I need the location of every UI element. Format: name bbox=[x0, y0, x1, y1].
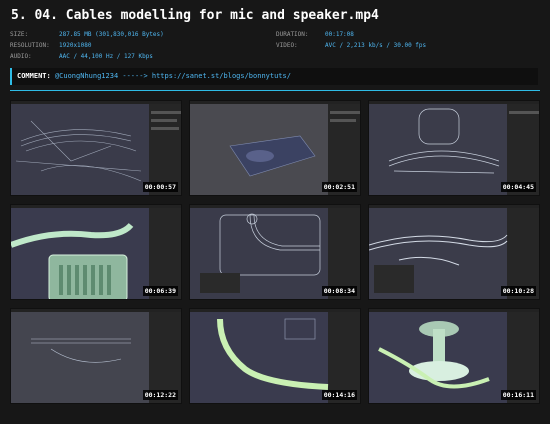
metadata-left: SIZE: 287.85 MB (301,830,016 Bytes) RESO… bbox=[10, 29, 270, 63]
thumbnail[interactable]: 00:04:45 bbox=[368, 100, 540, 196]
thumbnail[interactable]: 00:16:11 bbox=[368, 308, 540, 404]
video-value: AVC / 2,213 kb/s / 30.00 fps bbox=[325, 42, 427, 49]
thumbnail[interactable]: 00:06:39 bbox=[10, 204, 182, 300]
resolution-label: RESOLUTION: bbox=[10, 42, 50, 49]
audio-label: AUDIO: bbox=[10, 53, 32, 60]
comment-text: @CuongNhung1234 -----> https://sanet.st/… bbox=[54, 72, 291, 80]
comment-bar: COMMENT: @CuongNhung1234 -----> https://… bbox=[10, 68, 538, 85]
timestamp-badge: 00:02:51 bbox=[321, 182, 357, 192]
thumbnail[interactable]: 00:12:22 bbox=[10, 308, 182, 404]
timestamp-badge: 00:16:11 bbox=[500, 390, 536, 400]
size-label: SIZE: bbox=[10, 31, 29, 38]
thumbnail[interactable]: 00:02:51 bbox=[189, 100, 361, 196]
resolution-value: 1920x1080 bbox=[59, 42, 92, 49]
thumbnail[interactable]: 00:10:28 bbox=[368, 204, 540, 300]
timestamp-badge: 00:10:28 bbox=[500, 286, 536, 296]
video-title: 5. 04. Cables modelling for mic and spea… bbox=[11, 8, 379, 23]
video-label: VIDEO: bbox=[276, 42, 298, 49]
timestamp-badge: 00:06:39 bbox=[142, 286, 178, 296]
timestamp-badge: 00:04:45 bbox=[500, 182, 536, 192]
thumbnail[interactable]: 00:14:16 bbox=[189, 308, 361, 404]
duration-label: DURATION: bbox=[276, 31, 309, 38]
thumbnail[interactable]: 00:00:57 bbox=[10, 100, 182, 196]
size-value: 287.85 MB (301,830,016 Bytes) bbox=[59, 31, 164, 38]
accent-divider bbox=[10, 90, 540, 91]
metadata-right: DURATION: 00:17:08 VIDEO: AVC / 2,213 kb… bbox=[276, 29, 546, 53]
timestamp-badge: 00:12:22 bbox=[142, 390, 178, 400]
audio-value: AAC / 44,100 Hz / 127 Kbps bbox=[59, 53, 153, 60]
comment-label: COMMENT: bbox=[17, 72, 51, 80]
duration-value: 00:17:08 bbox=[325, 31, 354, 38]
timestamp-badge: 00:00:57 bbox=[142, 182, 178, 192]
thumbnail[interactable]: 00:08:34 bbox=[189, 204, 361, 300]
timestamp-badge: 00:14:16 bbox=[321, 390, 357, 400]
timestamp-badge: 00:08:34 bbox=[321, 286, 357, 296]
